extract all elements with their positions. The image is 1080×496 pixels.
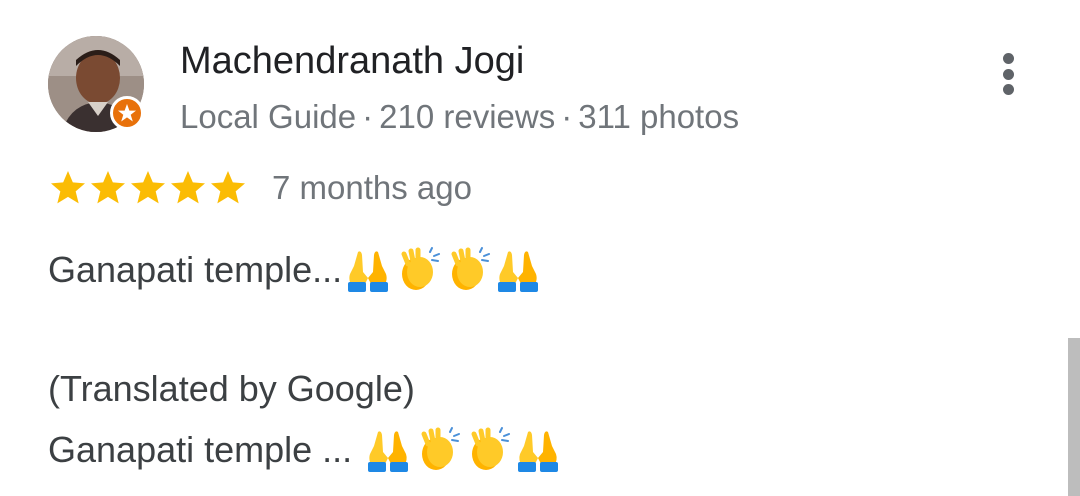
- author-photo-count: 311 photos: [578, 98, 740, 135]
- clapping-hands-icon: [471, 427, 511, 470]
- translated-text: Ganapati temple ...: [48, 429, 353, 470]
- star-rating: 7 months ago: [48, 168, 472, 208]
- more-vert-icon-dot: [1002, 68, 1014, 80]
- clapping-hands-icon: [401, 247, 441, 290]
- star-icon: [171, 171, 205, 204]
- emoji-group: [342, 246, 542, 294]
- author-name[interactable]: Machendranath Jogi: [180, 40, 524, 83]
- review-card: Machendranath Jogi Local Guide · 210 revie…: [0, 0, 1080, 496]
- review-date: 7 months ago: [272, 169, 472, 206]
- review-text-original: Ganapati temple...: [48, 246, 542, 294]
- star-icon: [51, 171, 85, 204]
- clapping-hands-icon: [421, 427, 461, 470]
- author-avatar-container[interactable]: [48, 36, 144, 132]
- more-vert-icon-dot: [1002, 84, 1014, 95]
- folded-hands-icon: [368, 431, 409, 472]
- star-icon: [131, 171, 165, 204]
- author-role: Local Guide: [180, 98, 357, 135]
- review-text-translated: Ganapati temple ...: [48, 426, 562, 474]
- clapping-hands-icon: [451, 247, 491, 290]
- star-icon: [211, 171, 245, 204]
- author-meta: Local Guide · 210 reviews · 311 photos: [180, 98, 739, 136]
- folded-hands-icon: [498, 251, 539, 292]
- scrollbar[interactable]: [1068, 338, 1080, 496]
- meta-separator: ·: [561, 98, 573, 135]
- stars-container: [48, 168, 248, 208]
- more-options-button[interactable]: [988, 50, 1028, 98]
- emoji-group: [362, 426, 562, 474]
- author-review-count: 210 reviews: [379, 98, 556, 135]
- folded-hands-icon: [348, 251, 389, 292]
- star-icon: [91, 171, 125, 204]
- translation-label[interactable]: (Translated by Google): [48, 368, 415, 410]
- local-guide-badge-icon: [110, 96, 144, 130]
- folded-hands-icon: [518, 431, 559, 472]
- meta-separator: ·: [362, 98, 374, 135]
- review-text: Ganapati temple...: [48, 249, 343, 290]
- more-vert-icon: [1002, 53, 1014, 64]
